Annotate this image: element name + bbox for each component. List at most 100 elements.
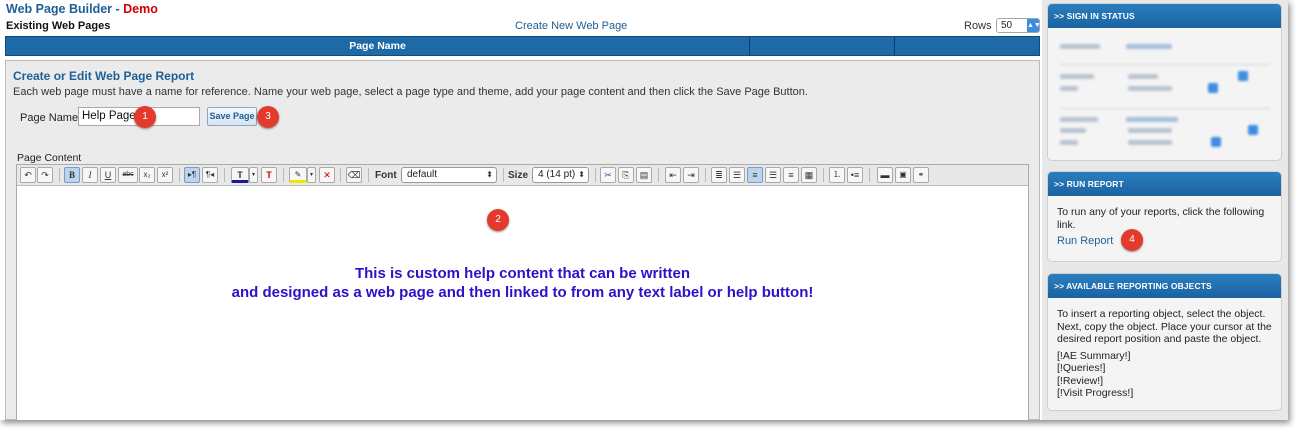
insert-link-icon[interactable]: ⚭ xyxy=(913,167,929,183)
align-left-icon[interactable]: ☰ xyxy=(729,167,745,183)
page-title: Web Page Builder - Demo xyxy=(6,2,158,16)
underline-icon[interactable]: U xyxy=(100,167,116,183)
toolbar-divider xyxy=(340,168,341,182)
pages-table-header: Page Name xyxy=(5,36,1040,56)
callout-badge-1: 1 xyxy=(134,106,156,128)
toolbar-divider xyxy=(368,168,369,182)
reporting-objects-body: To insert a reporting object, select the… xyxy=(1048,298,1281,410)
callout-badge-2: 2 xyxy=(487,209,509,231)
font-select[interactable]: default ⬍ xyxy=(401,167,497,183)
sign-in-status-box: >> SIGN IN STATUS xyxy=(1047,3,1282,161)
rtl-icon[interactable]: ¶◂ xyxy=(202,167,218,183)
run-report-body: To run any of your reports, click the fo… xyxy=(1048,196,1281,261)
create-new-page-link[interactable]: Create New Web Page xyxy=(515,20,627,32)
reporting-objects-text: To insert a reporting object, select the… xyxy=(1057,308,1272,345)
bold-icon[interactable]: B xyxy=(64,167,80,183)
rows-select[interactable]: 50 ▲▼ xyxy=(996,18,1041,33)
rows-select-value: 50 xyxy=(1001,20,1013,31)
panel-description: Each web page must have a name for refer… xyxy=(13,86,808,98)
toolbar-divider xyxy=(224,168,225,182)
ltr-paragraph-icon[interactable]: ≣ xyxy=(711,167,727,183)
list-item[interactable]: [!AE Summary!] xyxy=(1057,350,1272,363)
reporting-objects-list: [!AE Summary!] [!Queries!] [!Review!] [!… xyxy=(1057,350,1272,400)
undo-icon[interactable]: ↶ xyxy=(20,167,36,183)
align-right-icon[interactable]: ☰ xyxy=(765,167,781,183)
select-arrows-icon: ⬍ xyxy=(578,170,585,179)
list-item[interactable]: [!Review!] xyxy=(1057,375,1272,388)
toolbar-divider xyxy=(823,168,824,182)
callout-badge-4: 4 xyxy=(1121,229,1143,251)
chevron-down-icon[interactable]: ▾ xyxy=(249,167,258,183)
ltr-icon[interactable]: ▸¶ xyxy=(184,167,200,183)
subscript-icon[interactable]: x₂ xyxy=(139,167,155,183)
size-label: Size xyxy=(508,170,529,181)
toolbar-divider xyxy=(503,168,504,182)
right-sidebar: >> SIGN IN STATUS >> RUN REPORT To run a… xyxy=(1042,0,1288,420)
align-center-icon[interactable]: ≡ xyxy=(747,167,763,183)
font-label: Font xyxy=(375,170,397,181)
run-report-title: >> RUN REPORT xyxy=(1048,172,1281,196)
text-color-icon[interactable]: T xyxy=(231,167,249,183)
list-item[interactable]: [!Queries!] xyxy=(1057,362,1272,375)
rich-text-editor: ↶ ↷ B I U abc x₂ x² ▸¶ ¶◂ T ▾ T ✎ ▾ ✕ ⌫ … xyxy=(16,164,1029,420)
eraser-icon[interactable]: ⌫ xyxy=(346,167,362,183)
title-separator: - xyxy=(112,2,124,16)
column-header-2 xyxy=(750,37,895,55)
run-report-link[interactable]: Run Report xyxy=(1057,235,1113,247)
toolbar-divider xyxy=(59,168,60,182)
create-edit-panel: Create or Edit Web Page Report Each web … xyxy=(5,60,1040,420)
page-content-label: Page Content xyxy=(17,152,82,164)
strikethrough-icon[interactable]: abc xyxy=(118,167,138,183)
sign-in-status-title: >> SIGN IN STATUS xyxy=(1048,4,1281,28)
list-header-row: Existing Web Pages Create New Web Page R… xyxy=(6,18,1041,35)
toolbar-divider xyxy=(869,168,870,182)
justify-full-icon[interactable]: ▦ xyxy=(801,167,817,183)
content-line-2: and designed as a web page and then link… xyxy=(231,284,814,301)
existing-pages-label: Existing Web Pages xyxy=(6,20,111,32)
indent-icon[interactable]: ⇥ xyxy=(683,167,699,183)
remove-highlight-icon[interactable]: ✕ xyxy=(319,167,335,183)
outdent-icon[interactable]: ⇤ xyxy=(665,167,681,183)
app-window: Web Page Builder - Demo Existing Web Pag… xyxy=(0,0,1288,420)
toolbar-divider xyxy=(595,168,596,182)
editor-toolbar: ↶ ↷ B I U abc x₂ x² ▸¶ ¶◂ T ▾ T ✎ ▾ ✕ ⌫ … xyxy=(17,165,1028,186)
demo-label: Demo xyxy=(123,2,158,16)
toolbar-divider xyxy=(283,168,284,182)
run-report-text: To run any of your reports, click the fo… xyxy=(1057,206,1265,231)
italic-icon[interactable]: I xyxy=(82,167,98,183)
redo-icon[interactable]: ↷ xyxy=(37,167,53,183)
content-line-1: This is custom help content that can be … xyxy=(354,265,691,282)
sign-in-status-content-blurred xyxy=(1048,28,1281,160)
chevron-down-icon[interactable]: ▾ xyxy=(307,167,316,183)
run-report-link-row: Run Report 4 xyxy=(1057,229,1272,251)
select-arrows-icon: ⬍ xyxy=(486,170,493,179)
ordered-list-icon[interactable]: ⒈ xyxy=(829,167,845,183)
unordered-list-icon[interactable]: •≡ xyxy=(847,167,863,183)
size-select[interactable]: 4 (14 pt) ⬍ xyxy=(532,167,589,183)
column-header-page-name[interactable]: Page Name xyxy=(6,37,750,55)
reporting-objects-title: >> AVAILABLE REPORTING OBJECTS xyxy=(1048,274,1281,298)
cut-icon[interactable]: ✂ xyxy=(600,167,616,183)
paste-icon[interactable]: ▤ xyxy=(636,167,652,183)
toolbar-divider xyxy=(658,168,659,182)
remove-text-color-icon[interactable]: T xyxy=(261,167,277,183)
horizontal-rule-icon[interactable]: ▬ xyxy=(877,167,893,183)
list-item[interactable]: [!Visit Progress!] xyxy=(1057,387,1272,400)
run-report-box: >> RUN REPORT To run any of your reports… xyxy=(1047,171,1282,262)
highlight-icon[interactable]: ✎ xyxy=(289,167,307,183)
panel-title: Create or Edit Web Page Report xyxy=(13,69,195,83)
insert-image-icon[interactable]: ▣ xyxy=(895,167,911,183)
save-page-button[interactable]: Save Page xyxy=(207,107,257,126)
toolbar-divider xyxy=(705,168,706,182)
justify-icon[interactable]: ≡ xyxy=(783,167,799,183)
size-select-value: 4 (14 pt) xyxy=(538,169,576,180)
reporting-objects-box: >> AVAILABLE REPORTING OBJECTS To insert… xyxy=(1047,273,1282,411)
select-arrows-icon: ▲▼ xyxy=(1027,19,1041,32)
toolbar-divider xyxy=(179,168,180,182)
superscript-icon[interactable]: x² xyxy=(157,167,173,183)
editor-content-area[interactable]: This is custom help content that can be … xyxy=(17,186,1028,420)
page-name-label: Page Name xyxy=(20,112,79,124)
copy-icon[interactable]: ⎘ xyxy=(618,167,634,183)
main-area: Web Page Builder - Demo Existing Web Pag… xyxy=(0,0,1042,420)
rows-label: Rows xyxy=(964,20,992,32)
